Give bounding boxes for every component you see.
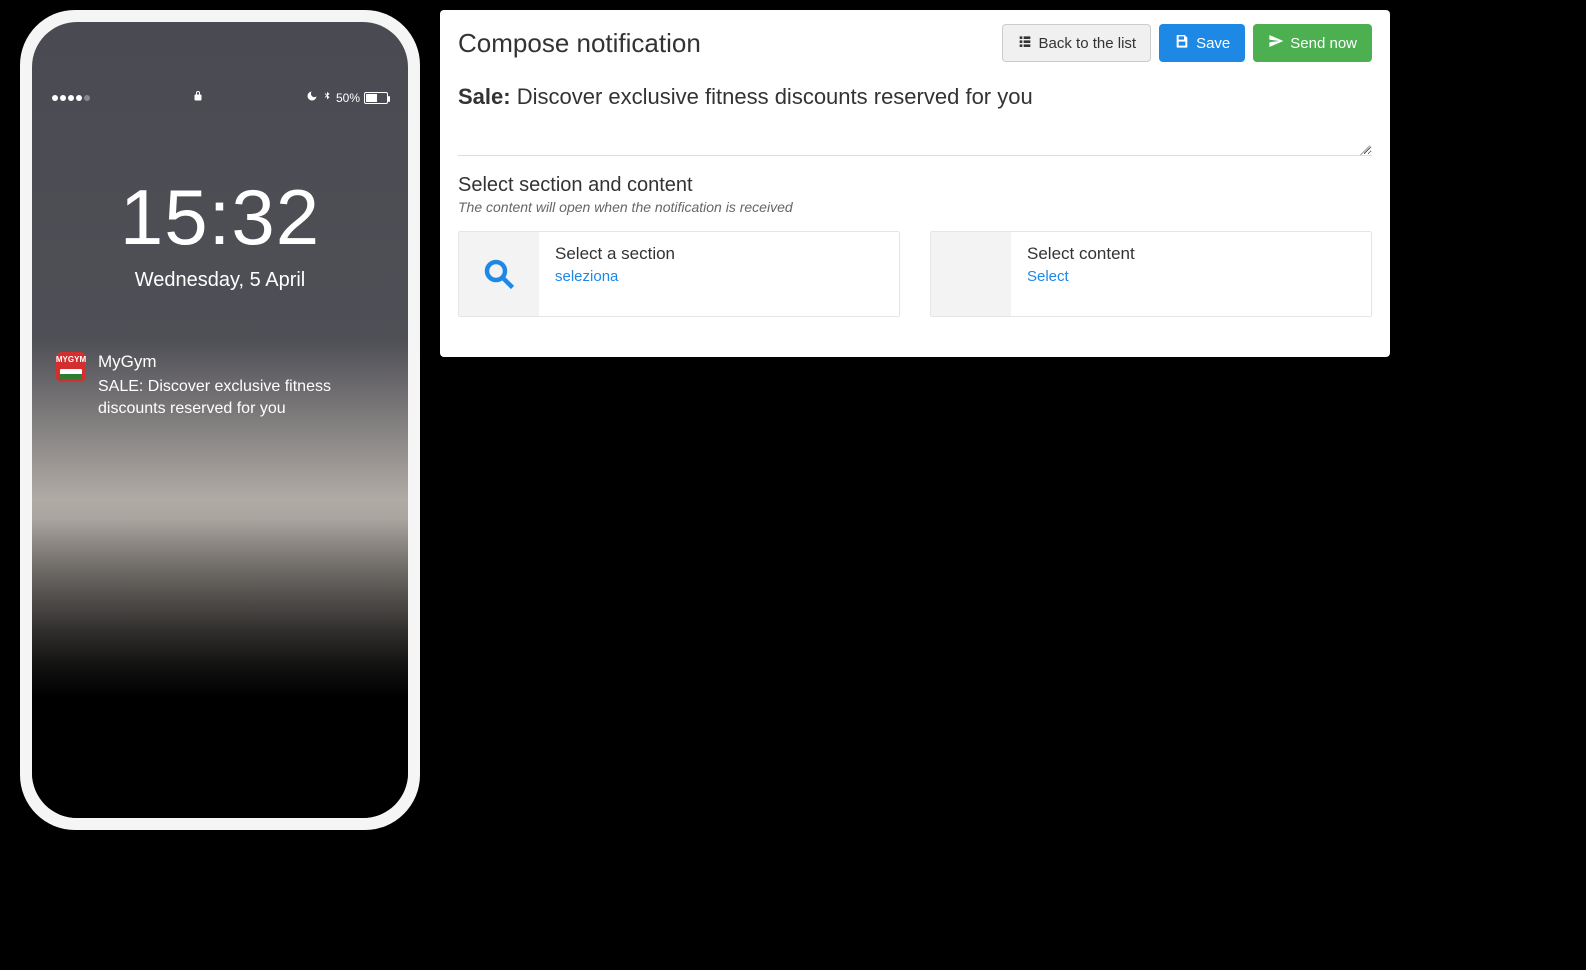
send-button-label: Send now [1290,35,1357,52]
bluetooth-icon [322,90,332,105]
notification-text: MyGym SALE: Discover exclusive fitness d… [98,352,384,419]
message-prefix: Sale: [458,84,511,109]
content-picker[interactable]: Select content Select [930,231,1372,317]
picker-row: Select a section seleziona Select conten… [458,231,1372,317]
panel-header: Compose notification Back to the list Sa… [458,24,1372,62]
section-heading: Select section and content [458,174,1372,197]
battery-percent: 50% [336,91,360,105]
send-icon [1268,33,1284,53]
content-picker-icon-placeholder [931,232,1011,316]
notification-app-name: MyGym [98,352,384,372]
section-help-text: The content will open when the notificat… [458,199,1372,215]
send-now-button[interactable]: Send now [1253,24,1372,62]
compose-panel: Compose notification Back to the list Sa… [440,10,1390,357]
content-picker-label: Select content [1027,244,1135,264]
clock-date: Wednesday, 5 April [32,269,408,292]
moon-icon [306,90,318,105]
signal-icon [52,95,90,101]
save-button-label: Save [1196,35,1230,52]
header-button-row: Back to the list Save Send now [1002,24,1372,62]
status-bar: 50% [32,90,408,105]
save-icon [1174,33,1190,53]
back-button-label: Back to the list [1039,35,1137,52]
content-picker-link[interactable]: Select [1027,268,1135,285]
lock-icon [192,90,204,105]
section-picker[interactable]: Select a section seleziona [458,231,900,317]
message-text: Discover exclusive fitness discounts res… [517,84,1033,109]
notification-app-icon: MYGYM [56,352,86,382]
phone-mockup: 50% 15:32 Wednesday, 5 April MYGYM MyGym… [20,10,420,830]
resize-handle-icon[interactable] [1358,141,1370,153]
page-title: Compose notification [458,28,701,59]
battery-icon [364,92,388,104]
lockscreen-notification[interactable]: MYGYM MyGym SALE: Discover exclusive fit… [56,352,384,419]
lockscreen-clock: 15:32 Wednesday, 5 April [32,172,408,292]
section-picker-link[interactable]: seleziona [555,268,675,285]
list-icon [1017,33,1033,53]
search-icon [459,232,539,316]
status-left [52,95,90,101]
back-to-list-button[interactable]: Back to the list [1002,24,1152,62]
save-button[interactable]: Save [1159,24,1245,62]
notification-message-input[interactable]: Sale: Discover exclusive fitness discoun… [458,76,1372,156]
status-right: 50% [306,90,388,105]
clock-time: 15:32 [32,172,408,263]
phone-screen-fade [32,518,408,818]
notification-body: SALE: Discover exclusive fitness discoun… [98,376,384,419]
section-picker-label: Select a section [555,244,675,264]
phone-screen: 50% 15:32 Wednesday, 5 April MYGYM MyGym… [32,22,408,818]
